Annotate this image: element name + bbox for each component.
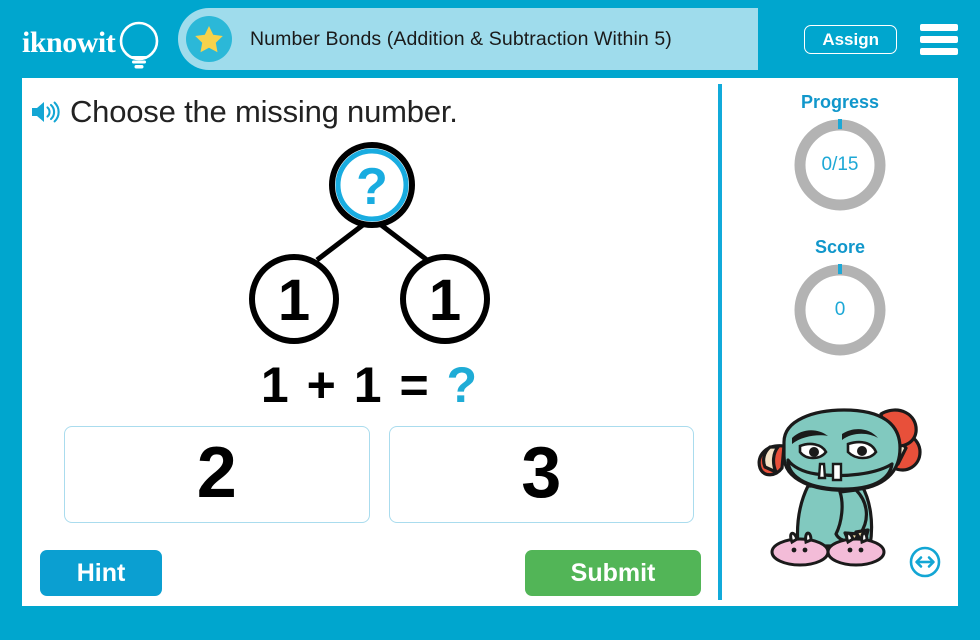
star-badge (186, 16, 232, 62)
star-icon (195, 26, 223, 53)
equation-left-operand: 1 (260, 357, 291, 413)
menu-bar-3 (920, 48, 958, 55)
content-card: Choose the missing number. ? 1 1 1 + 1 =… (22, 78, 958, 606)
score-ring: 0 (790, 260, 890, 360)
equation: 1 + 1 = ? (22, 356, 718, 414)
number-bond-diagram: ? 1 1 (249, 142, 490, 344)
equation-answer-placeholder: ? (446, 357, 480, 413)
answer-choice-1[interactable]: 2 (64, 426, 370, 523)
equation-right-operand: 1 (353, 357, 384, 413)
answer-choice-2-label: 3 (521, 432, 562, 513)
score-label: Score (814, 237, 866, 257)
progress-meter: Progress 0/15 (722, 92, 958, 215)
speaker-icon[interactable] (30, 99, 60, 125)
app-header: iknowit Number Bonds (Addition & Subtrac… (0, 0, 980, 78)
bond-part-right-circle: 1 (400, 254, 490, 344)
equation-equals-sign: = (399, 357, 431, 413)
hamburger-menu-icon[interactable] (920, 24, 958, 55)
bond-part-right-value: 1 (429, 268, 461, 333)
progress-label: Progress (800, 92, 880, 112)
assign-button[interactable]: Assign (804, 25, 897, 54)
menu-bar-1 (920, 24, 958, 31)
monster-mascot (757, 408, 922, 567)
resize-horizontal-icon[interactable] (908, 545, 942, 579)
answer-choice-1-label: 2 (196, 432, 237, 513)
bond-part-left-value: 1 (278, 268, 310, 333)
lightbulb-icon (119, 21, 159, 69)
app-window: iknowit Number Bonds (Addition & Subtrac… (0, 0, 980, 640)
answer-choice-2[interactable]: 3 (388, 426, 694, 523)
score-value: 0 (834, 299, 846, 320)
page-title: Number Bonds (Addition & Subtraction Wit… (250, 27, 672, 50)
iknowit-logo[interactable]: iknowit (22, 14, 168, 70)
question-panel: Choose the missing number. ? 1 1 1 + 1 =… (22, 78, 718, 606)
submit-button[interactable]: Submit (525, 550, 701, 596)
question-prompt: Choose the missing number. (30, 94, 458, 130)
status-sidebar: Progress 0/15 Score 0 (722, 78, 958, 606)
progress-value: 0/15 (821, 154, 859, 175)
bond-whole-value: ? (356, 158, 388, 216)
logo-wordmark: iknowit (22, 26, 116, 59)
equation-operator: + (306, 357, 338, 413)
answer-choices: 2 3 (64, 426, 694, 523)
score-meter: Score 0 (722, 237, 958, 360)
bond-part-left-circle: 1 (249, 254, 339, 344)
prompt-text: Choose the missing number. (70, 94, 458, 129)
hint-button[interactable]: Hint (40, 550, 162, 596)
bond-whole-circle[interactable]: ? (329, 142, 415, 228)
progress-ring: 0/15 (790, 115, 890, 215)
menu-bar-2 (920, 36, 958, 43)
lesson-title-bar: Number Bonds (Addition & Subtraction Wit… (178, 8, 758, 70)
